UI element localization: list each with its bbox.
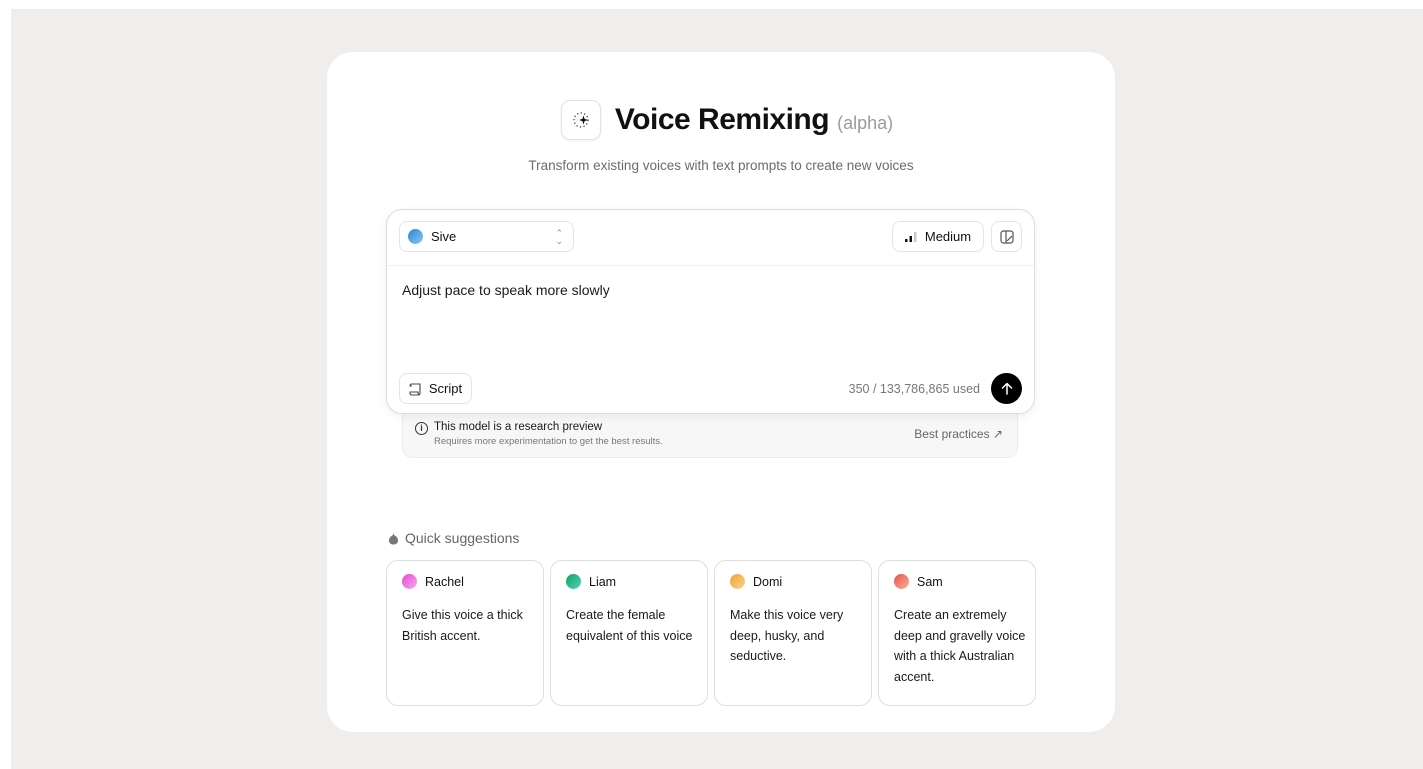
- voice-avatar-orb: [408, 229, 423, 244]
- voice-name: Sive: [431, 229, 457, 244]
- voice-selector[interactable]: Sive ⌃ ⌄: [399, 221, 574, 252]
- suggestion-card-rachel[interactable]: Rachel Give this voice a thick British a…: [386, 560, 544, 706]
- voice-avatar-orb: [566, 574, 581, 589]
- arrow-up-icon: [1001, 382, 1012, 395]
- suggestion-text: Create an extremely deep and gravelly vo…: [894, 608, 1026, 684]
- notice-subtitle: Requires more experimentation to get the…: [434, 436, 663, 447]
- model-quality-button[interactable]: Medium: [892, 221, 984, 252]
- voice-avatar-orb: [730, 574, 745, 589]
- scroll-icon: [409, 382, 421, 396]
- model-label: Medium: [924, 229, 972, 244]
- best-practices-link[interactable]: Best practices ↗: [914, 427, 1003, 441]
- suggestion-voice-name: Rachel: [425, 574, 464, 589]
- suggestion-card-header: Rachel: [402, 574, 464, 589]
- suggestion-text: Give this voice a thick British accent.: [402, 608, 523, 643]
- suggestion-text: Make this voice very deep, husky, and se…: [730, 608, 844, 663]
- suggestion-card-header: Liam: [566, 574, 616, 589]
- suggestion-card-domi[interactable]: Domi Make this voice very deep, husky, a…: [714, 560, 872, 706]
- send-button[interactable]: [991, 373, 1022, 404]
- prompt-input[interactable]: Adjust pace to speak more slowly: [402, 282, 610, 298]
- suggestion-card-header: Domi: [730, 574, 782, 589]
- page-title: Voice Remixing (alpha): [615, 103, 893, 137]
- character-usage: 350 / 133,786,865 used: [848, 382, 980, 396]
- notice-title: This model is a research preview: [434, 421, 603, 433]
- panel-toggle-icon: [999, 229, 1014, 244]
- editor-toolbar: Sive ⌃ ⌄ Medium: [387, 210, 1034, 266]
- suggestion-voice-name: Liam: [589, 574, 617, 589]
- remix-editor: Sive ⌃ ⌄ Medium Adjust pace to speak mor…: [386, 209, 1035, 414]
- signal-bars-icon: [904, 232, 917, 242]
- info-icon: i: [415, 422, 428, 435]
- suggestion-card-liam[interactable]: Liam Create the female equivalent of thi…: [550, 560, 708, 706]
- quick-suggestions-header: Quick suggestions: [388, 530, 519, 546]
- suggestion-voice-name: Domi: [753, 574, 783, 589]
- page-header: Voice Remixing (alpha): [327, 100, 1115, 140]
- voice-remixing-panel: Voice Remixing (alpha) Transform existing…: [327, 52, 1115, 732]
- suggestion-voice-name: Sam: [917, 574, 943, 589]
- suggestion-card-sam[interactable]: Sam Create an extremely deep and gravell…: [878, 560, 1036, 706]
- script-label: Script: [428, 381, 463, 396]
- alpha-badge: (alpha): [837, 113, 894, 133]
- settings-panel-button[interactable]: [991, 221, 1022, 252]
- garlic-icon: [388, 532, 399, 544]
- voice-avatar-orb: [894, 574, 909, 589]
- title-text: Voice Remixing: [614, 103, 830, 136]
- script-button[interactable]: Script: [399, 373, 472, 404]
- sparkle-dotted-circle-icon: [560, 100, 601, 140]
- suggestion-text: Create the female equivalent of this voi…: [566, 608, 693, 643]
- suggestion-card-header: Sam: [894, 574, 943, 589]
- chevron-up-down-icon: ⌃ ⌄: [555, 228, 563, 246]
- quick-suggestions-label: Quick suggestions: [405, 530, 520, 546]
- voice-avatar-orb: [402, 574, 417, 589]
- page-subtitle: Transform existing voices with text prom…: [528, 158, 914, 173]
